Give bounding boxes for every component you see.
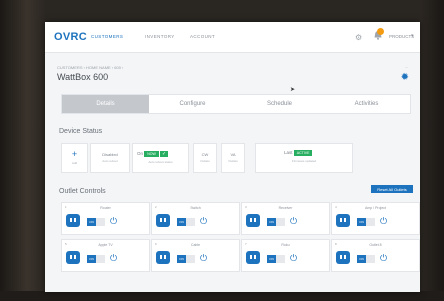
breadcrumb[interactable]: CUSTOMERS › HOME NAME › 600 › [57, 65, 123, 70]
plug-icon [246, 251, 260, 264]
background-bottom [0, 291, 444, 301]
plug-icon [246, 214, 260, 227]
outlet-card: 8 Outlet 8 ON ⏻ [331, 239, 420, 272]
plug-icon [156, 251, 170, 264]
add-card[interactable]: + Add [61, 143, 88, 173]
outlet-name: Receiver [278, 206, 293, 210]
power-icon[interactable]: ⏻ [110, 216, 117, 226]
power-icon[interactable]: ⏻ [290, 216, 297, 226]
tab-schedule[interactable]: Schedule [236, 95, 323, 113]
status-on-label: On [137, 151, 144, 156]
outlet-controls-heading: Outlet Controls [59, 188, 106, 195]
outlet-name: Router [100, 206, 111, 210]
outlet-card: 4 Amp / Project ON ⏻ [331, 202, 420, 235]
background-left [0, 0, 45, 301]
device-settings-icon[interactable]: ✹ [401, 72, 409, 83]
status-last-label: Last [284, 150, 293, 155]
top-bar: OVRC CUSTOMERS INVENTORY ACCOUNT ⚙ PRODU… [45, 22, 420, 53]
outlet-card: 5 Apple TV ON ⏻ [61, 239, 150, 272]
status-on-pill: NOW [144, 151, 159, 157]
toggle-on-label: ON [177, 218, 186, 226]
toggle-on-label: ON [177, 255, 186, 263]
outlet-card: 1 Router ON ⏻ [61, 202, 150, 235]
checkmark-icon: ✓ [160, 151, 169, 157]
add-label: Add [71, 161, 78, 165]
nav-account[interactable]: ACCOUNT [190, 34, 215, 39]
toggle-on-label: ON [357, 255, 366, 263]
status-on-sub: Auto reboot status [148, 160, 173, 164]
status-va-label: VA [230, 152, 236, 157]
outlet-card: 7 Roku ON ⏻ [241, 239, 330, 272]
tab-configure[interactable]: Configure [149, 95, 236, 113]
status-va-sub: Outlets [228, 159, 238, 163]
power-icon[interactable]: ⏻ [380, 216, 387, 226]
outlet-toggle[interactable]: ON [87, 255, 105, 263]
status-last: Last ACTIVE Firmware updated [255, 143, 353, 173]
outlet-toggle[interactable]: ON [177, 255, 195, 263]
power-icon[interactable]: ⏻ [110, 253, 117, 263]
toggle-on-label: ON [87, 218, 96, 226]
outlet-toggle[interactable]: ON [357, 255, 375, 263]
chevron-down-icon[interactable]: ▾ [411, 33, 414, 39]
power-icon[interactable]: ⏻ [290, 253, 297, 263]
outlet-name: Roku [281, 243, 290, 247]
outlet-name: Apple TV [98, 243, 113, 247]
status-cw: CW Outlets [193, 143, 217, 173]
outlet-card: 6 Cable ON ⏻ [151, 239, 240, 272]
power-icon[interactable]: ⏻ [380, 253, 387, 263]
tab-activities[interactable]: Activities [323, 95, 410, 113]
app-window: OVRC CUSTOMERS INVENTORY ACCOUNT ⚙ PRODU… [45, 22, 420, 292]
nav-customers[interactable]: CUSTOMERS [91, 34, 123, 39]
background-right [420, 0, 444, 301]
status-cw-sub: Outlets [200, 159, 210, 163]
outlet-name: Switch [190, 206, 201, 210]
status-va: VA Outlets [221, 143, 245, 173]
outlet-toggle[interactable]: ON [267, 218, 285, 226]
outlet-card: 3 Receiver ON ⏻ [241, 202, 330, 235]
plug-icon [156, 214, 170, 227]
outlet-toggle[interactable]: ON [177, 218, 195, 226]
device-status-heading: Device Status [59, 128, 103, 135]
logo[interactable]: OVRC [54, 31, 87, 43]
plug-icon [66, 251, 80, 264]
toggle-on-label: ON [267, 255, 276, 263]
outlet-name: Amp / Project [364, 206, 386, 210]
status-disabled-sub: Auto reboot [102, 159, 118, 163]
plus-icon: + [71, 149, 78, 159]
outlet-name: Cable [190, 243, 201, 247]
tab-details[interactable]: Details [62, 95, 149, 113]
plug-icon [336, 214, 350, 227]
outlet-toggle[interactable]: ON [357, 218, 375, 226]
plug-icon [66, 214, 80, 227]
tab-bar: Details Configure Schedule Activities [61, 94, 411, 114]
header-meta: ... [404, 64, 408, 69]
outlet-name: Outlet 8 [369, 243, 382, 247]
power-icon[interactable]: ⏻ [200, 216, 207, 226]
status-on: On NOW ✓ Auto reboot status [132, 143, 189, 173]
outlet-toggle[interactable]: ON [267, 255, 285, 263]
power-icon[interactable]: ⏻ [200, 253, 207, 263]
status-last-sub: Firmware updated [291, 159, 317, 163]
outlet-toggle[interactable]: ON [87, 218, 105, 226]
nav-inventory[interactable]: INVENTORY [145, 34, 175, 39]
settings-icon[interactable]: ⚙ [355, 33, 362, 42]
mouse-cursor-icon: ➤ [290, 87, 296, 93]
toggle-on-label: ON [87, 255, 96, 263]
status-active-pill: ACTIVE [293, 150, 313, 156]
notification-badge [377, 28, 384, 35]
status-disabled: Disabled [102, 152, 118, 157]
toggle-on-label: ON [357, 218, 366, 226]
plug-icon [336, 251, 350, 264]
outlet-card: 2 Switch ON ⏻ [151, 202, 240, 235]
toggle-on-label: ON [267, 218, 276, 226]
reset-all-outlets-button[interactable]: Reset All Outlets [371, 185, 413, 193]
status-auto-reboot: Disabled Auto reboot [90, 143, 130, 173]
page-title: WattBox 600 [57, 72, 109, 82]
status-cw-label: CW [201, 152, 209, 157]
